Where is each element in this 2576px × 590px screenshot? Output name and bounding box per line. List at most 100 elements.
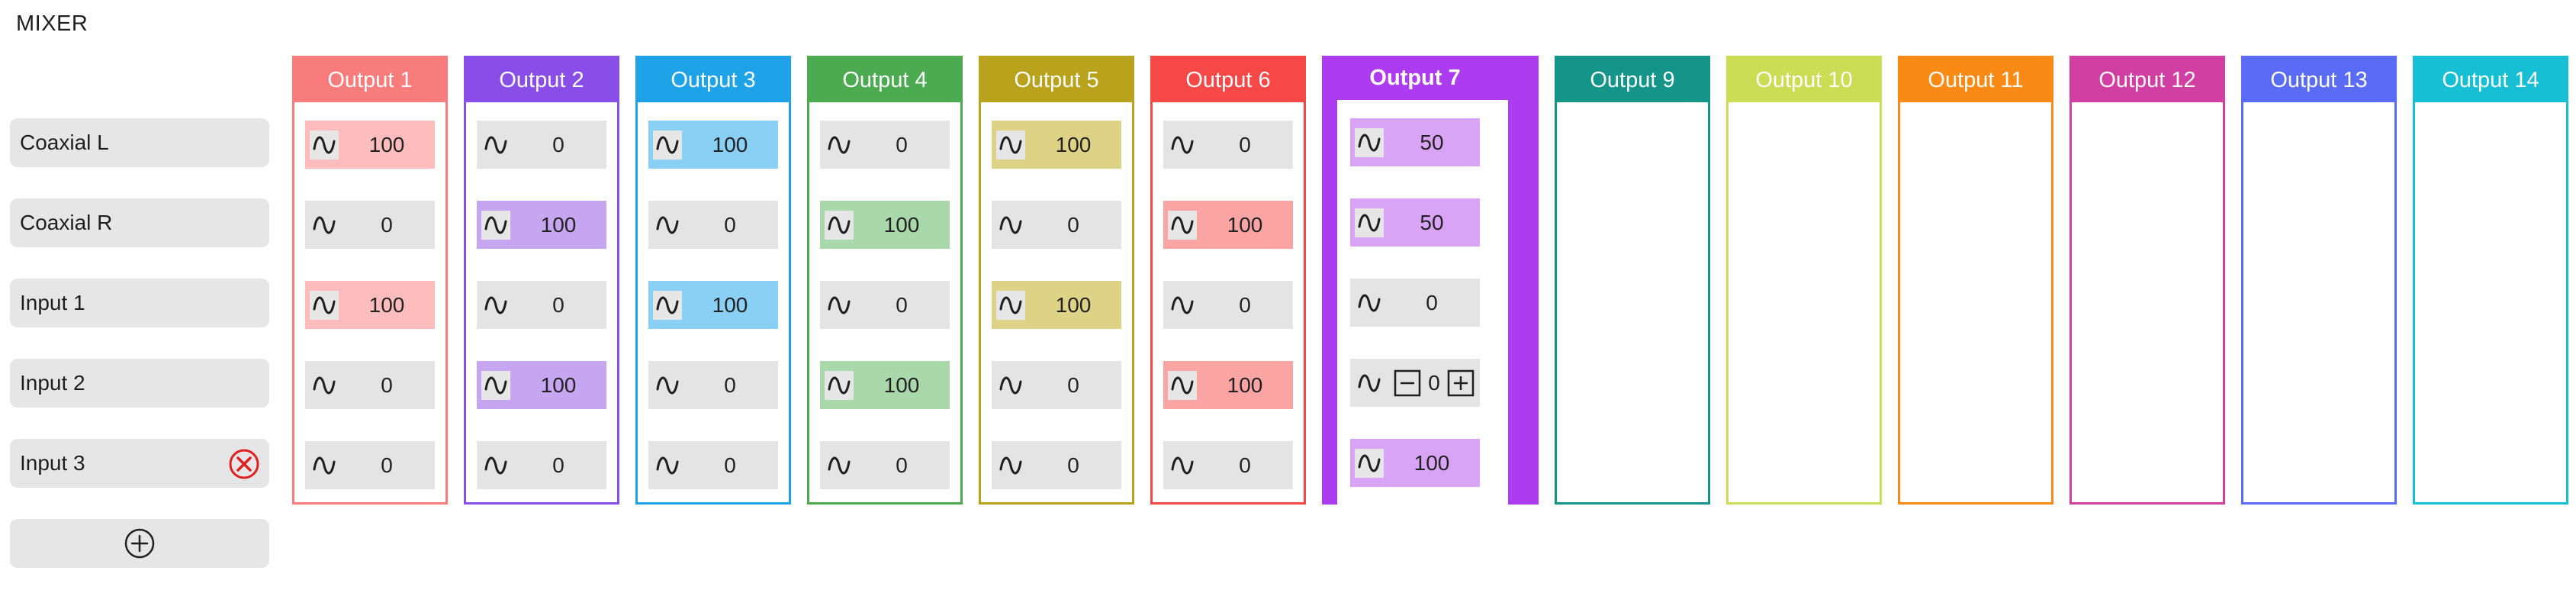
sine-wave-icon — [1355, 128, 1384, 157]
output-column[interactable]: Output 14 — [2413, 56, 2568, 505]
input-row[interactable]: Input 3 — [10, 439, 269, 488]
gain-cell[interactable]: 0 — [1163, 281, 1293, 329]
gain-cell[interactable]: 0 — [1350, 279, 1480, 327]
gain-cell[interactable]: 0 — [648, 201, 778, 249]
output-header[interactable]: Output 12 — [2072, 58, 2223, 102]
gain-cell[interactable]: 100 — [992, 121, 1121, 169]
gain-value: 100 — [540, 212, 577, 237]
output-column[interactable]: Output 9 — [1555, 56, 1710, 505]
sine-wave-icon — [996, 291, 1025, 320]
gain-cell[interactable]: 0 — [820, 281, 950, 329]
decrease-button[interactable] — [1393, 369, 1422, 398]
plus-icon — [1447, 369, 1475, 397]
close-circle-icon — [229, 449, 259, 479]
output-column[interactable]: Output 6 0 100 0 100 0 — [1150, 56, 1306, 505]
gain-cell[interactable]: 0 — [305, 441, 435, 489]
output-column[interactable]: Output 11 — [1898, 56, 2053, 505]
output-header[interactable]: Output 7 — [1322, 56, 1508, 100]
output-header[interactable]: Output 10 — [1729, 58, 1880, 102]
gain-cell[interactable]: 0 — [648, 361, 778, 409]
output-column[interactable]: Output 3 100 0 100 0 0 — [635, 56, 791, 505]
output-header[interactable]: Output 9 — [1557, 58, 1708, 102]
gain-cell[interactable]: 50 — [1350, 118, 1480, 166]
gain-cell[interactable]: 0 — [1163, 441, 1293, 489]
sine-wave-icon — [1355, 289, 1384, 318]
input-row[interactable]: Input 2 — [10, 359, 269, 408]
output-column[interactable]: Output 7 50 50 0 0 100 — [1322, 56, 1539, 505]
output-header[interactable]: Output 6 — [1153, 58, 1304, 102]
input-row[interactable]: Coaxial R — [10, 198, 269, 247]
gain-cell[interactable]: 0 — [1163, 121, 1293, 169]
gain-value[interactable]: 0 — [1422, 359, 1446, 407]
gain-cell[interactable]: 0 — [305, 201, 435, 249]
sine-wave-icon — [1355, 369, 1384, 398]
output-header[interactable]: Output 5 — [981, 58, 1132, 102]
gain-value: 0 — [724, 372, 736, 397]
output-header[interactable]: Output 3 — [638, 58, 789, 102]
gain-cell[interactable]: 100 — [305, 121, 435, 169]
gain-value: 100 — [368, 292, 405, 317]
gain-cell[interactable]: 100 — [820, 361, 950, 409]
gain-value: 0 — [552, 132, 564, 156]
gain-cell[interactable]: 50 — [1350, 198, 1480, 247]
output-column[interactable]: Output 10 — [1726, 56, 1882, 505]
gain-cell[interactable]: 100 — [648, 121, 778, 169]
gain-cell[interactable]: 0 — [992, 201, 1121, 249]
gain-cell[interactable]: 100 — [1163, 201, 1293, 249]
gain-cell[interactable]: 0 — [648, 441, 778, 489]
output-header[interactable]: Output 1 — [294, 58, 445, 102]
gain-value: 100 — [1055, 292, 1092, 317]
input-label: Coaxial L — [20, 131, 109, 154]
gain-cell[interactable]: 0 — [477, 281, 606, 329]
input-row[interactable]: Input 1 — [10, 279, 269, 327]
gain-value: 0 — [896, 453, 908, 477]
output-header[interactable]: Output 11 — [1900, 58, 2051, 102]
gain-cell[interactable]: 100 — [305, 281, 435, 329]
gain-cell[interactable]: 100 — [992, 281, 1121, 329]
output-column[interactable]: Output 4 0 100 0 100 0 — [807, 56, 963, 505]
gain-cell[interactable]: 0 — [477, 121, 606, 169]
gain-cell[interactable]: 100 — [477, 201, 606, 249]
increase-button[interactable] — [1446, 369, 1475, 398]
gain-value: 100 — [712, 132, 748, 156]
output-header[interactable]: Output 14 — [2415, 58, 2566, 102]
gain-cell[interactable]: 0 — [820, 441, 950, 489]
gain-cell[interactable]: 0 — [992, 361, 1121, 409]
gain-value: 0 — [1426, 290, 1438, 314]
add-input-button[interactable] — [10, 519, 269, 568]
remove-input-button[interactable] — [228, 448, 260, 480]
gain-cell[interactable]: 0 — [477, 441, 606, 489]
output-column[interactable]: Output 12 — [2069, 56, 2225, 505]
gain-value: 100 — [1227, 212, 1263, 237]
input-row[interactable]: Coaxial L — [10, 118, 269, 167]
gain-cell[interactable]: 100 — [1350, 439, 1480, 487]
sine-wave-icon — [996, 211, 1025, 240]
sine-wave-icon — [996, 371, 1025, 400]
sine-wave-icon — [653, 371, 682, 400]
output-header[interactable]: Output 4 — [809, 58, 960, 102]
gain-cell[interactable]: 0 — [305, 361, 435, 409]
sine-wave-icon — [1168, 211, 1197, 240]
gain-value: 100 — [712, 292, 748, 317]
output-column[interactable]: Output 2 0 100 0 100 0 — [464, 56, 619, 505]
gain-value: 0 — [724, 453, 736, 477]
input-label: Input 2 — [20, 371, 85, 395]
gain-value: 0 — [381, 212, 393, 237]
input-label: Input 3 — [20, 451, 85, 475]
sine-wave-icon — [1355, 449, 1384, 478]
gain-value: 0 — [1239, 453, 1251, 477]
gain-cell[interactable]: 0 — [820, 121, 950, 169]
output-column[interactable]: Output 13 — [2241, 56, 2397, 505]
output-column[interactable]: Output 5 100 0 100 0 0 — [979, 56, 1134, 505]
gain-cell[interactable]: 0 — [1350, 359, 1480, 407]
output-header[interactable]: Output 2 — [466, 58, 617, 102]
gain-value: 0 — [1067, 453, 1079, 477]
gain-cell[interactable]: 100 — [1163, 361, 1293, 409]
gain-cell[interactable]: 0 — [992, 441, 1121, 489]
gain-cell[interactable]: 100 — [477, 361, 606, 409]
output-header[interactable]: Output 13 — [2243, 58, 2394, 102]
output-column[interactable]: Output 1 100 0 100 0 0 — [292, 56, 448, 505]
sine-wave-icon — [1168, 291, 1197, 320]
gain-cell[interactable]: 100 — [648, 281, 778, 329]
gain-cell[interactable]: 100 — [820, 201, 950, 249]
